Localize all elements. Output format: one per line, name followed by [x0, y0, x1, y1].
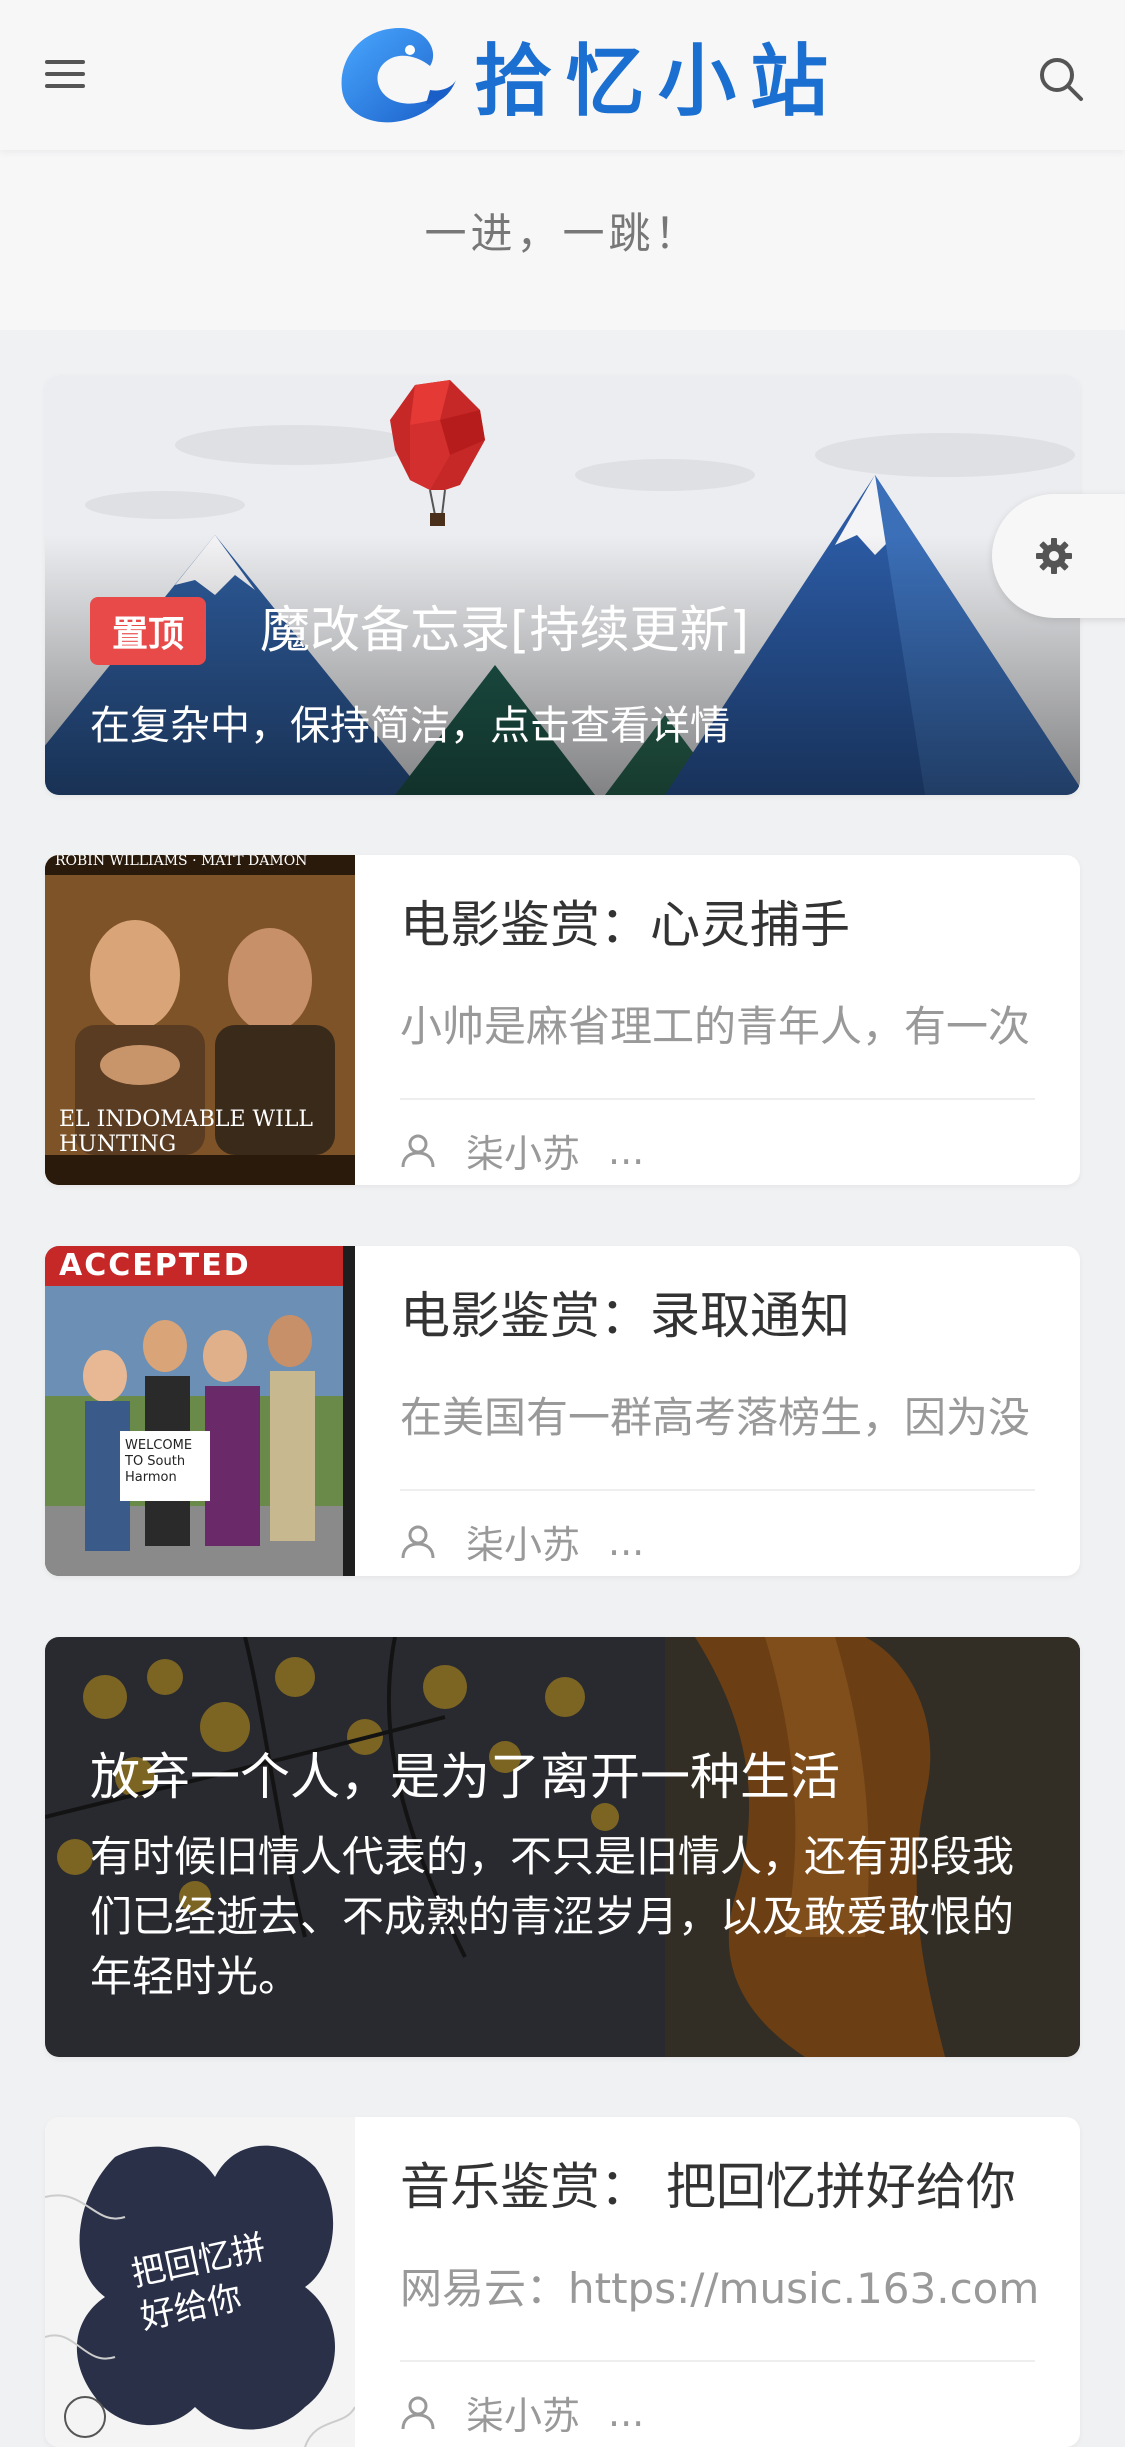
post-card[interactable]: ACCEPTED WELCOME TO South Harmon 电影鉴赏：录取… [45, 1246, 1080, 1576]
post-author[interactable]: 柒小苏 [466, 1123, 580, 1178]
pinned-badge: 置顶 [90, 597, 207, 665]
post-card[interactable]: EL INDOMABLE WILL HUNTING ROBIN WILLIAMS… [45, 855, 1080, 1185]
hamburger-icon[interactable] [45, 52, 105, 102]
featured-post-title[interactable]: 放弃一个人，是为了离开一种生活 [90, 1737, 840, 1809]
post-title[interactable]: 电影鉴赏：录取通知 [400, 1276, 850, 1348]
slogan-band: 一进，一跳！ [0, 150, 1125, 330]
pinned-post-card[interactable]: 置顶 魔改备忘录[持续更新] 在复杂中，保持简洁，点击查看详情 [45, 375, 1080, 795]
thumb-caption: EL INDOMABLE WILL HUNTING [59, 1107, 314, 1157]
thumb-sign: WELCOME TO South Harmon [125, 1438, 193, 1485]
post-thumbnail[interactable]: ACCEPTED WELCOME TO South Harmon [45, 1246, 355, 1576]
gear-icon [1036, 538, 1072, 574]
post-more: ... [608, 1519, 645, 1564]
post-excerpt: 网易云：https://music.163.com [400, 2264, 1040, 2313]
post-card[interactable]: 把回忆拼好给你 音乐鉴赏： 把回忆拼好给你 网易云：https://music.… [45, 2117, 1080, 2447]
post-meta: 柒小苏 ... [400, 2385, 644, 2440]
pinned-post-title[interactable]: 魔改备忘录[持续更新] [260, 590, 749, 662]
user-icon [401, 1134, 435, 1167]
site-logo[interactable]: 拾忆小站 [330, 20, 842, 130]
post-thumbnail[interactable]: 把回忆拼好给你 [45, 2117, 355, 2447]
user-icon [401, 1525, 435, 1558]
featured-post-card[interactable]: 放弃一个人，是为了离开一种生活 有时候旧情人代表的，不只是旧情人，还有那段我们已… [45, 1637, 1080, 2057]
post-author[interactable]: 柒小苏 [466, 2385, 580, 2440]
featured-post-description: 有时候旧情人代表的，不只是旧情人，还有那段我们已经逝去、不成熟的青涩岁月，以及敢… [90, 1832, 1015, 2001]
user-icon [401, 2396, 435, 2429]
thumb-credits: ROBIN WILLIAMS · MATT DAMON [55, 855, 308, 869]
post-author[interactable]: 柒小苏 [466, 1514, 580, 1569]
site-name: 拾忆小站 [474, 37, 843, 127]
post-title[interactable]: 音乐鉴赏： 把回忆拼好给你 [400, 2147, 1016, 2219]
post-excerpt: 小帅是麻省理工的青年人，有一次 [400, 1002, 1031, 1051]
site-slogan: 一进，一跳！ [424, 209, 701, 258]
thumb-title: ACCEPTED [59, 1248, 251, 1283]
post-title[interactable]: 电影鉴赏：心灵捕手 [400, 885, 850, 957]
dolphin-logo-icon [341, 28, 456, 123]
settings-button[interactable] [992, 494, 1125, 618]
post-meta: 柒小苏 ... [400, 1514, 644, 1569]
pinned-post-subtitle: 在复杂中，保持简洁，点击查看详情 [90, 703, 730, 749]
top-header: 拾忆小站 [0, 0, 1125, 150]
search-icon[interactable] [1037, 55, 1085, 103]
post-excerpt: 在美国有一群高考落榜生，因为没 [400, 1393, 1031, 1442]
post-more: ... [608, 2390, 645, 2435]
post-meta: 柒小苏 ... [400, 1123, 644, 1178]
post-thumbnail[interactable]: EL INDOMABLE WILL HUNTING ROBIN WILLIAMS… [45, 855, 355, 1185]
post-more: ... [608, 1128, 645, 1173]
